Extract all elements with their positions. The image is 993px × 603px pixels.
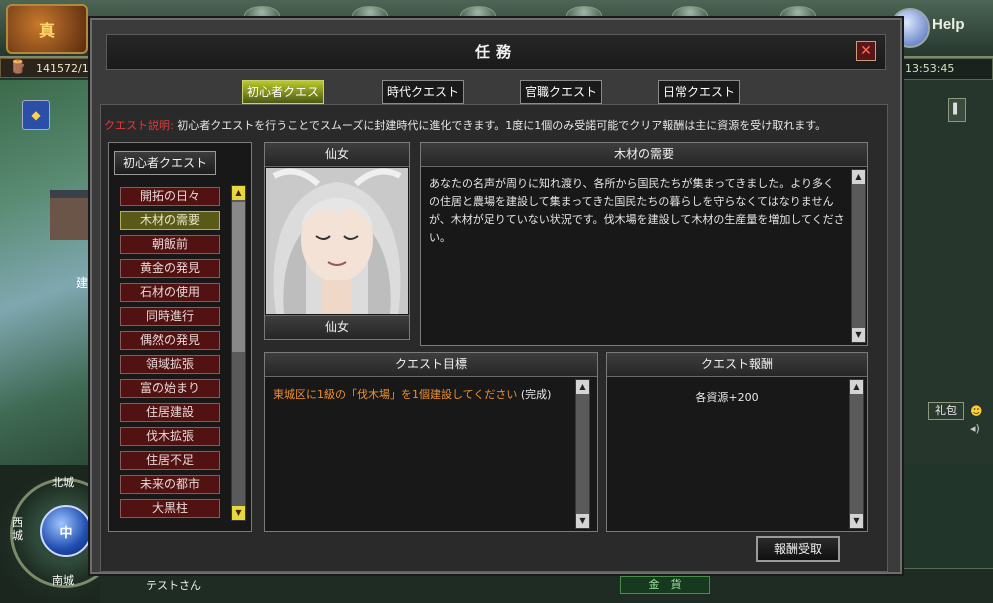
compass-north-label[interactable]: 北城 (52, 474, 74, 490)
npc-portrait-image (266, 168, 408, 314)
npc-portrait-panel: 仙女 仙女 (264, 142, 410, 340)
npc-name-top: 仙女 (265, 143, 409, 167)
quest-description-label: クエスト説明: (104, 119, 174, 132)
quest-item[interactable]: 住居建設 (120, 403, 220, 422)
quest-item[interactable]: 大黒柱 (120, 499, 220, 518)
quest-description-text: 初心者クエストを行うことでスムーズに封建時代に進化できます。1度に1個のみ受諾可… (177, 119, 827, 132)
tab-daily-quest[interactable]: 日常クエスト (658, 80, 740, 104)
npc-name-bottom: 仙女 (265, 315, 409, 339)
quest-reward-text: 各資源+200 (695, 391, 759, 404)
quest-item[interactable]: 黄金の発見 (120, 259, 220, 278)
scroll-thumb[interactable] (232, 202, 245, 352)
quest-list-scrollbar[interactable]: ▲ ▼ (231, 185, 246, 521)
map-building[interactable] (50, 190, 94, 240)
dialog-title: 任務 (474, 43, 517, 61)
quest-list-header: 初心者クエスト (114, 151, 216, 175)
quest-goal-panel: クエスト目標 東城区に1級の「伐木場」を1個建設してください (完成) ▲ ▼ (264, 352, 598, 532)
quest-item[interactable]: 富の始まり (120, 379, 220, 398)
story-title: 木材の需要 (421, 143, 867, 167)
map-building-label: 建 (76, 276, 89, 290)
quest-item[interactable]: 未来の都市 (120, 475, 220, 494)
resource-value: 141572/1 (36, 62, 89, 75)
quest-dialog: 任務 ✕ 初心者クエスト 時代クエスト 官職クエスト 日常クエスト クエスト説明… (90, 18, 902, 574)
quest-item[interactable]: 同時進行 (120, 307, 220, 326)
help-button[interactable]: Help (932, 16, 965, 33)
quest-goal-status: (完成) (520, 388, 552, 401)
game-logo: 真 (6, 4, 88, 54)
gift-button[interactable]: 礼包 (928, 402, 964, 420)
story-text: あなたの名声が周りに知れ渡り、各所から国民たちが集まってきました。より多くの住居… (429, 177, 845, 244)
compass-center-button[interactable]: 中 (40, 505, 92, 557)
scroll-down-icon[interactable]: ▼ (576, 514, 589, 528)
tab-beginner-quest[interactable]: 初心者クエスト (242, 80, 324, 121)
quest-reward-title: クエスト報酬 (607, 353, 867, 377)
quest-goal-text: 東城区に1級の「伐木場」を1個建設してください (完成) (273, 387, 573, 403)
scroll-down-icon[interactable]: ▼ (850, 514, 863, 528)
player-name: テストさん (146, 579, 201, 592)
quest-description: クエスト説明: 初心者クエストを行うことでスムーズに封建時代に進化できます。1度… (104, 116, 884, 136)
emoji-icon[interactable]: ☻ (970, 404, 983, 418)
close-button[interactable]: ✕ (856, 41, 876, 61)
npc-portrait-svg (266, 168, 408, 314)
quest-item[interactable]: 偶然の発見 (120, 331, 220, 350)
tab-era-quest[interactable]: 時代クエスト (382, 80, 464, 104)
volume-icon[interactable]: ◂) (970, 422, 980, 435)
city-map-view[interactable] (0, 80, 95, 465)
quest-item-selected[interactable]: 木材の需要 (120, 211, 220, 230)
story-scrollbar[interactable]: ▲ ▼ (851, 169, 866, 343)
goal-scrollbar[interactable]: ▲ ▼ (575, 379, 590, 529)
tab-office-quest[interactable]: 官職クエスト (520, 80, 602, 104)
quest-item[interactable]: 住居不足 (120, 451, 220, 470)
quest-item[interactable]: 朝飯前 (120, 235, 220, 254)
compass-west-label[interactable]: 西城 (12, 516, 24, 542)
scroll-down-icon[interactable]: ▼ (232, 506, 245, 520)
quest-item[interactable]: 開拓の日々 (120, 187, 220, 206)
quest-item[interactable]: 伐木拡張 (120, 427, 220, 446)
scroll-up-icon[interactable]: ▲ (850, 380, 863, 394)
scroll-down-icon[interactable]: ▼ (852, 328, 865, 342)
quest-list-panel: 初心者クエスト 開拓の日々 木材の需要 朝飯前 黄金の発見 石材の使用 同時進行… (108, 142, 252, 532)
scroll-up-icon[interactable]: ▲ (232, 186, 245, 200)
claim-reward-button[interactable]: 報酬受取 (756, 536, 840, 562)
wood-resource-icon: 🪵 (10, 60, 27, 75)
scroll-up-icon[interactable]: ▲ (576, 380, 589, 394)
dialog-title-bar: 任務 (106, 34, 886, 70)
compass-south-label[interactable]: 南城 (52, 572, 74, 588)
quest-goal-requirement: 東城区に1級の「伐木場」を1個建設してください (273, 388, 518, 401)
quest-goal-title: クエスト目標 (265, 353, 597, 377)
reward-scrollbar[interactable]: ▲ ▼ (849, 379, 864, 529)
panel-collapse-tab[interactable]: ▌ (948, 98, 966, 122)
quest-item[interactable]: 石材の使用 (120, 283, 220, 302)
quest-item[interactable]: 領域拡張 (120, 355, 220, 374)
quest-reward-panel: クエスト報酬 各資源+200 ▲ ▼ (606, 352, 868, 532)
scroll-up-icon[interactable]: ▲ (852, 170, 865, 184)
shield-icon[interactable]: ◆ (22, 100, 50, 130)
server-clock: 13:53:45 (905, 62, 955, 75)
gold-tab[interactable]: 金 貨 (620, 576, 710, 594)
story-panel: 木材の需要 あなたの名声が周りに知れ渡り、各所から国民たちが集まってきました。よ… (420, 142, 868, 346)
